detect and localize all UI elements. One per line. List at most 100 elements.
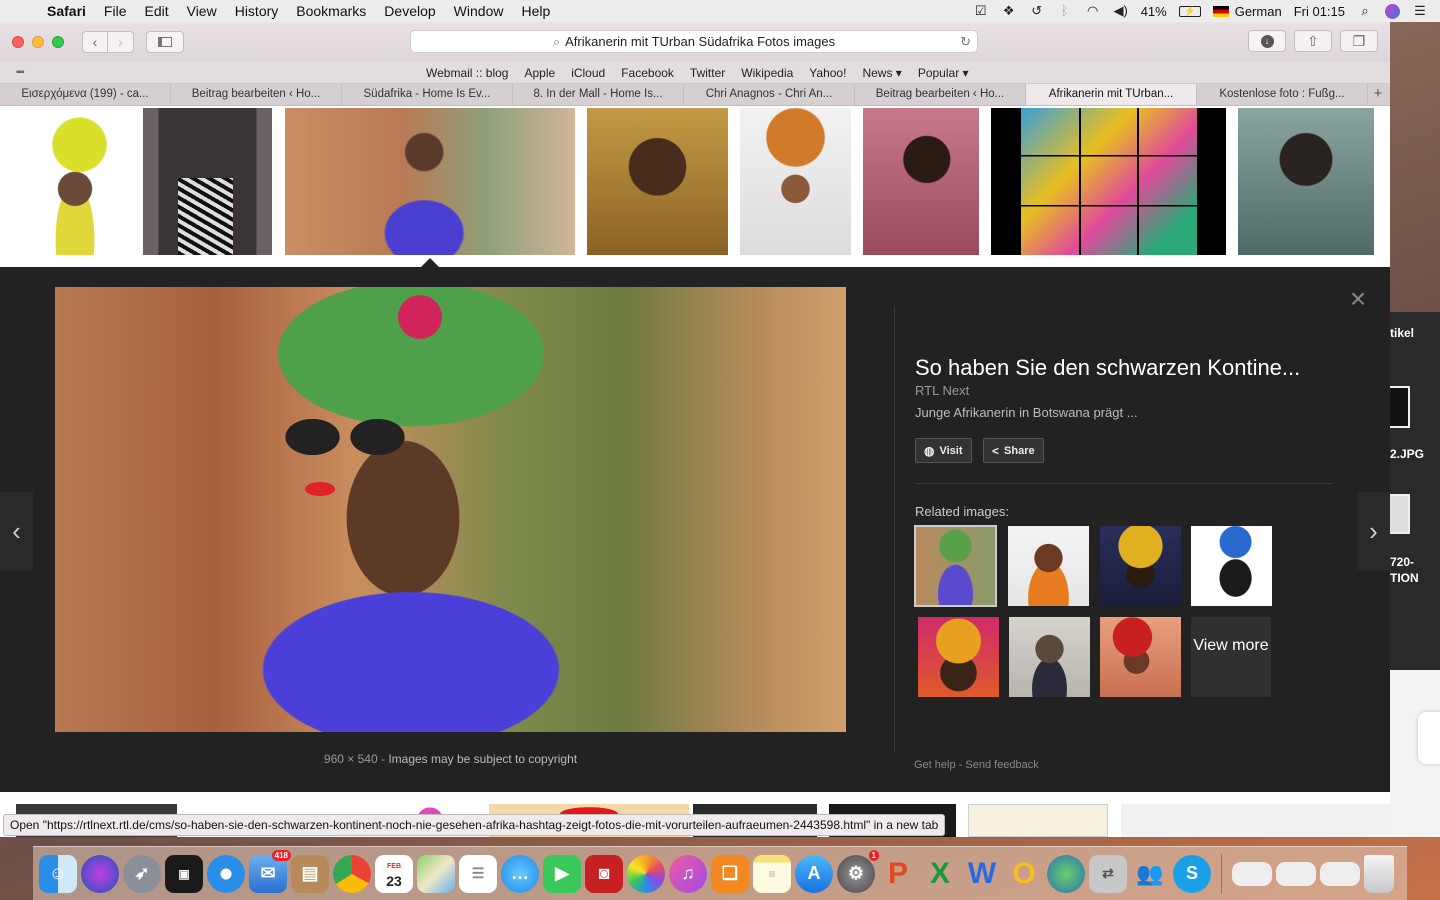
tab-afrikanerin-active[interactable]: Afrikanerin mit TUrban... <box>1026 84 1197 105</box>
back-button[interactable]: ‹ <box>82 31 108 53</box>
dropbox-icon[interactable]: ❖ <box>1001 4 1017 18</box>
siri-icon[interactable] <box>1385 3 1400 19</box>
menu-app-name[interactable]: Safari <box>38 3 95 19</box>
related-image-6[interactable] <box>1009 617 1090 697</box>
safari-dock-icon[interactable] <box>207 854 245 893</box>
result-thumb-row2-6[interactable] <box>968 804 1108 837</box>
next-image-button[interactable]: › <box>1357 492 1390 570</box>
menu-edit[interactable]: Edit <box>135 3 177 19</box>
menu-clock[interactable]: Fri 01:15 <box>1294 4 1345 19</box>
skype-icon[interactable]: S <box>1173 854 1211 893</box>
wifi-icon[interactable]: ◠ <box>1085 4 1101 18</box>
volume-icon[interactable]: ◀) <box>1113 4 1129 18</box>
result-thumb-7-collage[interactable] <box>991 108 1226 255</box>
related-image-5[interactable] <box>918 617 999 697</box>
checkbox-status-icon[interactable]: ☑ <box>973 4 989 18</box>
tab-suedafrika[interactable]: Südafrika - Home Is Ev... <box>342 84 513 105</box>
facetime-icon[interactable]: ▶ <box>543 854 581 893</box>
result-thumb-2[interactable] <box>143 108 272 255</box>
related-image-2[interactable] <box>1008 526 1089 606</box>
fav-facebook[interactable]: Facebook <box>621 66 674 80</box>
siri-dock-icon[interactable] <box>81 854 119 893</box>
menu-help[interactable]: Help <box>512 3 559 19</box>
menu-bookmarks[interactable]: Bookmarks <box>287 3 375 19</box>
fav-news-menu[interactable]: News ▾ <box>862 66 901 80</box>
system-preferences-icon[interactable]: ⚙ 1 <box>837 849 879 893</box>
network-globe-icon[interactable] <box>1047 854 1085 893</box>
result-thumb-1[interactable] <box>30 108 120 255</box>
fav-webmail[interactable]: Webmail :: blog <box>426 66 508 80</box>
tab-kostenlose-foto[interactable]: Kostenlose foto : Fußg... <box>1197 84 1368 105</box>
menu-history[interactable]: History <box>226 3 288 19</box>
reload-icon[interactable]: ↻ <box>960 34 971 50</box>
fav-icloud[interactable]: iCloud <box>571 66 605 80</box>
time-machine-icon[interactable]: ↺ <box>1029 4 1045 18</box>
share-result-button[interactable]: < Share <box>983 438 1044 463</box>
launchpad-icon[interactable]: ➶ <box>123 854 161 893</box>
contacts-icon[interactable]: ▤ <box>291 854 329 893</box>
close-preview-button[interactable]: × <box>1346 285 1370 313</box>
result-thumb-5[interactable] <box>740 108 851 255</box>
result-thumb-4[interactable] <box>587 108 728 255</box>
related-image-4[interactable] <box>1191 526 1272 606</box>
forward-button[interactable]: › <box>108 31 134 53</box>
zoom-window-button[interactable] <box>52 36 64 48</box>
notification-center-icon[interactable]: ☰ <box>1412 4 1428 18</box>
notes-icon[interactable]: ≡ <box>753 854 791 893</box>
maps-icon[interactable] <box>417 854 455 893</box>
tab-mall[interactable]: 8. In der Mall - Home Is... <box>513 84 684 105</box>
fav-twitter[interactable]: Twitter <box>690 66 725 80</box>
messenger-people-icon[interactable]: 👥 <box>1131 855 1169 893</box>
migration-assistant-icon[interactable]: ⇄ <box>1089 854 1127 893</box>
copyright-notice[interactable]: Images may be subject to copyright <box>388 752 577 766</box>
tab-chri-anagnos[interactable]: Chri Anagnos - Chri An... <box>684 84 855 105</box>
sidebar-toggle-button[interactable] <box>146 31 184 53</box>
minimized-window-2-icon[interactable] <box>1276 861 1316 886</box>
input-language[interactable]: German <box>1235 4 1282 19</box>
view-more-button[interactable]: View more <box>1191 617 1271 697</box>
fav-wikipedia[interactable]: Wikipedia <box>741 66 793 80</box>
finder-icon[interactable]: ☺ <box>39 854 77 893</box>
send-feedback-link[interactable]: Send feedback <box>965 759 1038 771</box>
spotlight-search-icon[interactable]: ⌕ <box>1357 4 1373 18</box>
minimize-window-button[interactable] <box>32 36 44 48</box>
outlook-icon[interactable]: O <box>1005 855 1043 893</box>
close-window-button[interactable] <box>12 36 24 48</box>
minimized-window-3-icon[interactable] <box>1320 861 1360 886</box>
related-image-7[interactable] <box>1100 617 1181 697</box>
chrome-icon[interactable] <box>333 854 371 893</box>
photo-booth-red-icon[interactable]: ◙ <box>585 854 623 893</box>
visit-button[interactable]: ◍ Visit <box>915 438 972 463</box>
preview-image[interactable] <box>55 287 846 732</box>
menu-window[interactable]: Window <box>445 3 513 19</box>
photo-booth-icon[interactable]: ▣ <box>165 854 203 893</box>
show-tabs-button[interactable]: ❐ <box>1340 30 1378 52</box>
ibooks-icon[interactable]: ❑ <box>711 854 749 893</box>
top-sites-grid-icon[interactable]: ▪▪▪ <box>16 67 25 78</box>
tab-edit-post-1[interactable]: Beitrag bearbeiten ‹ Ho... <box>171 84 342 105</box>
result-thumb-6[interactable] <box>863 108 979 255</box>
fav-apple[interactable]: Apple <box>524 66 555 80</box>
address-bar[interactable]: ⌕ Afrikanerin mit TUrban Südafrika Fotos… <box>410 30 978 53</box>
reminders-icon[interactable]: ☰ <box>459 854 497 893</box>
tab-edit-post-2[interactable]: Beitrag bearbeiten ‹ Ho... <box>855 84 1026 105</box>
tab-inbox[interactable]: Εισερχόμενα (199) - ca... <box>0 84 171 105</box>
downloads-button[interactable]: ↓ <box>1248 30 1286 52</box>
calendar-icon[interactable]: FEB 23 <box>375 854 413 893</box>
new-tab-button[interactable]: + <box>1368 84 1388 105</box>
fav-yahoo[interactable]: Yahoo! <box>809 66 846 80</box>
fav-popular-menu[interactable]: Popular ▾ <box>918 66 969 80</box>
powerpoint-icon[interactable]: P <box>879 855 917 893</box>
related-image-1[interactable] <box>914 525 997 607</box>
menu-view[interactable]: View <box>178 3 226 19</box>
photos-icon[interactable] <box>627 854 665 893</box>
trash-icon[interactable] <box>1364 854 1394 893</box>
messages-icon[interactable]: … <box>501 854 539 893</box>
bluetooth-icon[interactable]: ᛒ <box>1057 4 1073 18</box>
minimized-window-1-icon[interactable] <box>1232 861 1272 886</box>
result-thumb-row2-7[interactable] <box>1121 804 1390 837</box>
related-image-3[interactable] <box>1100 526 1181 606</box>
previous-image-button[interactable]: ‹ <box>0 492 33 570</box>
result-thumb-3-selected[interactable] <box>285 108 575 255</box>
word-icon[interactable]: W <box>963 855 1001 893</box>
